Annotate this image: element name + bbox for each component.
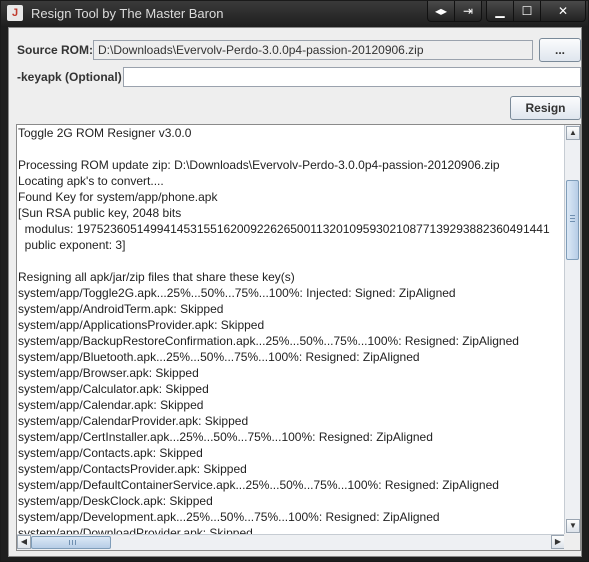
title-bar[interactable]: J Resign Tool by The Master Baron ◂▸ ⇥ ▁… — [1, 1, 588, 27]
aero-buttons-group: ◂▸ ⇥ — [427, 1, 482, 22]
main-panel: Source ROM: D:\Downloads\Evervolv-Perdo-… — [8, 27, 582, 557]
log-line: Locating apk's to convert.... — [18, 174, 164, 188]
log-line: modulus: 1975236051499414531551620092262… — [18, 222, 550, 236]
scroll-up-icon[interactable]: ▲ — [566, 126, 580, 140]
browse-button[interactable]: ... — [539, 38, 581, 62]
source-rom-label: Source ROM: — [17, 43, 94, 57]
keyapk-input[interactable] — [123, 67, 581, 87]
java-cup-icon: J — [7, 5, 23, 21]
log-line: system/app/DeskClock.apk: Skipped — [18, 494, 213, 508]
log-text: Toggle 2G ROM Resigner v3.0.0 Processing … — [17, 125, 565, 534]
log-line: Found Key for system/app/phone.apk — [18, 190, 218, 204]
log-line: system/app/Contacts.apk: Skipped — [18, 446, 203, 460]
window-controls: ▁ ☐ ✕ — [486, 1, 586, 22]
horizontal-scrollbar[interactable]: ◀ ▶ — [17, 534, 565, 550]
maximize-button[interactable]: ☐ — [514, 1, 541, 21]
log-line: system/app/CalendarProvider.apk: Skipped — [18, 414, 249, 428]
log-line: [Sun RSA public key, 2048 bits — [18, 206, 182, 220]
log-line: system/app/AndroidTerm.apk: Skipped — [18, 302, 224, 316]
log-line: system/app/Browser.apk: Skipped — [18, 366, 199, 380]
scroll-left-icon[interactable]: ◀ — [17, 535, 31, 549]
scroll-right-icon[interactable]: ▶ — [551, 535, 565, 549]
log-output-area[interactable]: Toggle 2G ROM Resigner v3.0.0 Processing … — [16, 124, 581, 551]
log-line: system/app/DefaultContainerService.apk..… — [18, 478, 499, 492]
exit-icon[interactable]: ⇥ — [455, 1, 481, 21]
window-title: Resign Tool by The Master Baron — [31, 6, 224, 21]
resign-button[interactable]: Resign — [510, 96, 581, 120]
log-line: system/app/ContactsProvider.apk: Skipped — [18, 462, 247, 476]
close-button[interactable]: ✕ — [541, 1, 585, 21]
resign-tool-window: J Resign Tool by The Master Baron ◂▸ ⇥ ▁… — [0, 0, 589, 562]
vertical-scroll-thumb[interactable] — [566, 180, 579, 260]
scroll-corner — [564, 534, 580, 550]
log-line: public exponent: 3] — [18, 238, 126, 252]
log-line: system/app/Calendar.apk: Skipped — [18, 398, 204, 412]
log-line: system/app/ApplicationsProvider.apk: Ski… — [18, 318, 265, 332]
log-line: Processing ROM update zip: D:\Downloads\… — [18, 158, 500, 172]
minimize-button[interactable]: ▁ — [487, 1, 514, 21]
log-line: system/app/Toggle2G.apk...25%...50%...75… — [18, 286, 456, 300]
horizontal-scroll-thumb[interactable] — [31, 536, 111, 549]
log-line: system/app/Calculator.apk: Skipped — [18, 382, 209, 396]
source-rom-field[interactable]: D:\Downloads\Evervolv-Perdo-3.0.0p4-pass… — [93, 40, 533, 60]
vertical-scrollbar[interactable]: ▲ ▼ — [564, 125, 580, 534]
log-line: Resigning all apk/jar/zip files that sha… — [18, 270, 295, 284]
log-line: system/app/BackupRestoreConfirmation.apk… — [18, 334, 519, 348]
log-line: system/app/Development.apk...25%...50%..… — [18, 510, 440, 524]
log-line: Toggle 2G ROM Resigner v3.0.0 — [18, 126, 192, 140]
aero-snap-icon[interactable]: ◂▸ — [428, 1, 455, 21]
scroll-down-icon[interactable]: ▼ — [566, 519, 580, 533]
log-line: system/app/CertInstaller.apk...25%...50%… — [18, 430, 433, 444]
log-line: system/app/DownloadProvider.apk: Skipped — [18, 526, 253, 534]
keyapk-label: -keyapk (Optional) — [17, 70, 122, 84]
log-line: system/app/Bluetooth.apk...25%...50%...7… — [18, 350, 420, 364]
